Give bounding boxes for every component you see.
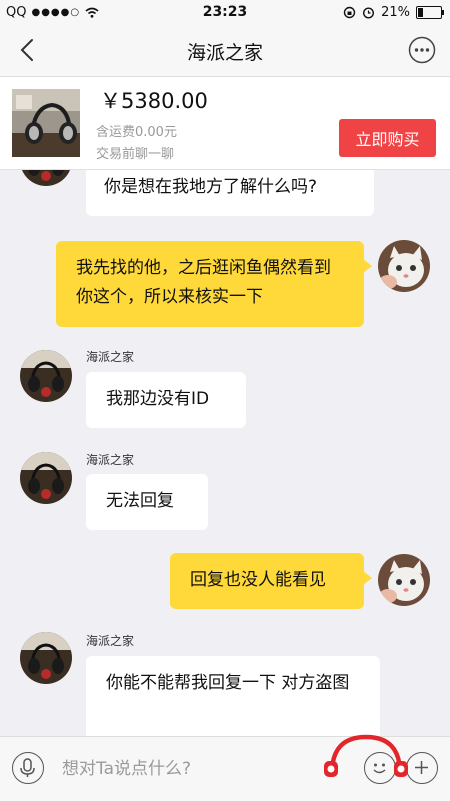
buy-now-button[interactable]: 立即购买 — [339, 119, 436, 157]
bubble-tail — [363, 571, 372, 585]
user-avatar[interactable] — [378, 554, 430, 606]
more-dots-icon[interactable] — [408, 36, 436, 64]
message-text: 你是想在我地方了解什么吗? — [104, 177, 318, 197]
message-text: 我先找的他，之后逛闲鱼偶然看到你这个，所以来核实一下 — [76, 258, 331, 307]
message-text: 我那边没有ID — [106, 389, 210, 409]
battery-level — [418, 8, 423, 17]
status-bar: QQ ●●●●○ 23:23 21% — [0, 0, 450, 26]
chat-area[interactable]: 你是想在我地方了解什么吗? 我先找的他，之后逛闲鱼偶然看到你这个，所以来核实一下… — [0, 170, 450, 736]
trade-note: 交易前聊一聊 — [96, 147, 175, 162]
message-bubble[interactable]: 你是想在我地方了解什么吗? — [86, 170, 374, 216]
seller-avatar[interactable] — [20, 632, 72, 684]
sender-name: 海派之家 — [86, 634, 135, 648]
battery-percent: 21% — [381, 5, 410, 20]
page-title: 海派之家 — [186, 42, 263, 64]
seller-avatar[interactable] — [20, 350, 72, 402]
message-bubble[interactable]: 我那边没有ID — [86, 372, 246, 428]
message-input[interactable] — [60, 751, 324, 787]
message-bubble[interactable]: 无法回复 — [86, 474, 208, 530]
message-bubble-own[interactable]: 回复也没人能看见 — [170, 553, 372, 609]
message-text: 无法回复 — [106, 491, 174, 511]
bubble-tail — [363, 259, 372, 273]
microphone-icon[interactable] — [12, 752, 44, 784]
seller-avatar[interactable] — [20, 452, 72, 504]
rotation-lock-icon — [343, 6, 356, 19]
product-thumbnail[interactable] — [12, 89, 80, 157]
message-bubble[interactable]: 你能不能帮我回复一下 对方盗图 — [86, 656, 380, 736]
nav-bar: 海派之家 — [0, 26, 450, 77]
sender-name: 海派之家 — [86, 350, 135, 364]
headphones-watermark-icon — [324, 734, 408, 777]
alarm-icon — [363, 7, 375, 19]
battery-icon — [416, 6, 444, 19]
user-avatar[interactable] — [378, 240, 430, 292]
message-text: 回复也没人能看见 — [190, 570, 326, 590]
sender-name: 海派之家 — [86, 453, 135, 467]
shipping-fee: 含运费0.00元 — [96, 125, 177, 140]
message-bubble-own[interactable]: 我先找的他，之后逛闲鱼偶然看到你这个，所以来核实一下 — [56, 241, 372, 327]
seller-avatar[interactable] — [20, 170, 72, 186]
product-price: ￥5380.00 — [100, 89, 208, 113]
message-text: 你能不能帮我回复一下 对方盗图 — [106, 673, 350, 693]
